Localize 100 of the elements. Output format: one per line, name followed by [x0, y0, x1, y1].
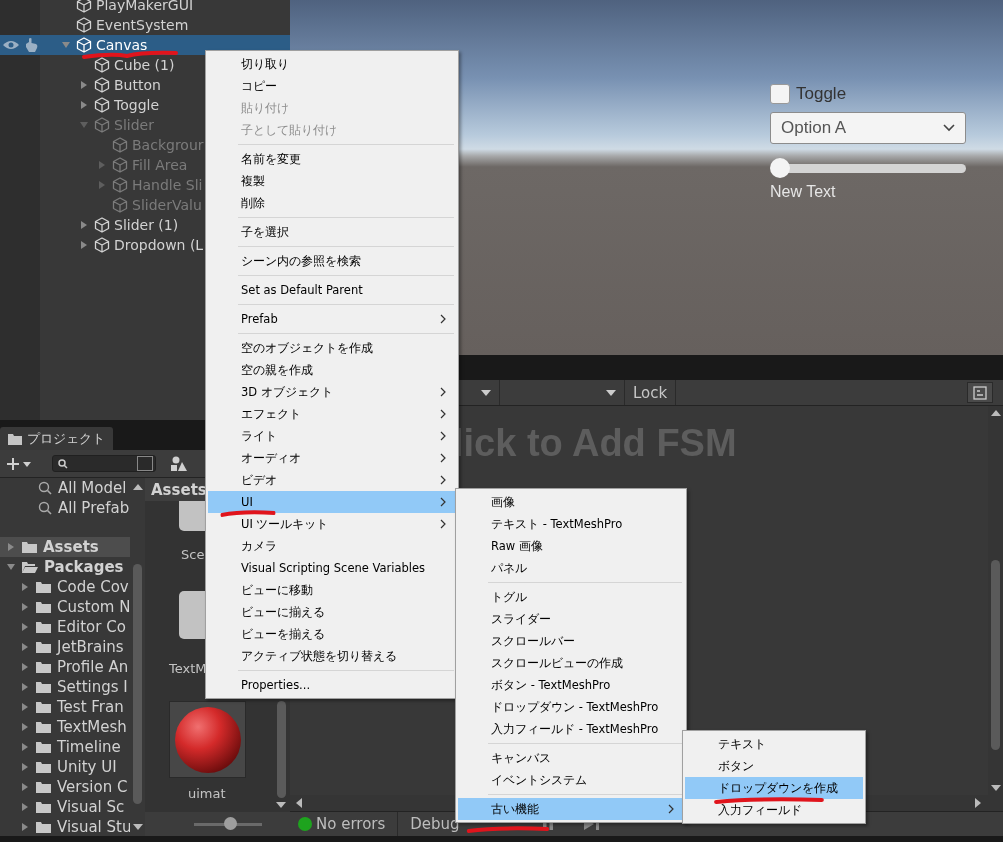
menu-item[interactable]: オーディオ	[208, 447, 456, 469]
zoom-slider[interactable]	[193, 817, 262, 831]
menu-item[interactable]: 空の親を作成	[208, 359, 456, 381]
project-tree-item[interactable]: Editor Co	[0, 617, 130, 637]
menu-item[interactable]: トグル	[458, 586, 684, 608]
collapsed-arrow-icon[interactable]	[20, 762, 30, 772]
project-tree-item[interactable]: Custom N	[0, 597, 130, 617]
project-tree-item[interactable]: Version C	[0, 777, 130, 797]
scroll-down-icon[interactable]	[990, 785, 1001, 791]
project-tree-item[interactable]: Code Cov	[0, 577, 130, 597]
menu-item[interactable]: ビデオ	[208, 469, 456, 491]
project-tree-item[interactable]: TextMesh	[0, 717, 130, 737]
collapsed-arrow-icon[interactable]	[20, 662, 30, 672]
menu-item[interactable]: ボタン - TextMeshPro	[458, 674, 684, 696]
lock-button[interactable]: Lock	[625, 380, 677, 405]
add-button[interactable]	[6, 456, 32, 471]
menu-item[interactable]: 入力フィールド	[685, 799, 863, 821]
hierarchy-item[interactable]: PlayMakerGUI	[0, 0, 290, 15]
project-tab[interactable]: プロジェクト	[0, 427, 113, 450]
collapsed-arrow-icon[interactable]	[6, 542, 16, 552]
scrollbar-thumb[interactable]	[276, 701, 286, 798]
menu-item[interactable]: パネル	[458, 557, 684, 579]
project-tree-item[interactable]: Settings I	[0, 677, 130, 697]
scroll-left-icon[interactable]	[296, 798, 302, 808]
expanded-arrow-icon[interactable]	[6, 562, 16, 572]
eye-icon[interactable]	[2, 39, 20, 51]
menu-item[interactable]: ビューに移動	[208, 579, 456, 601]
menu-item[interactable]: Raw 画像	[458, 535, 684, 557]
collapsed-arrow-icon[interactable]	[20, 602, 30, 612]
menu-item[interactable]: Visual Scripting Scene Variables	[208, 557, 456, 579]
menu-item[interactable]: アクティブ状態を切り替える	[208, 645, 456, 667]
dropdown[interactable]: Option A	[770, 112, 966, 144]
project-tree-item[interactable]: Timeline	[0, 737, 130, 757]
shapes-icon[interactable]	[170, 455, 188, 472]
collapsed-arrow-icon[interactable]	[20, 822, 30, 832]
menu-item[interactable]: 名前を変更	[208, 148, 456, 170]
scroll-up-icon[interactable]	[990, 410, 1001, 416]
checkbox[interactable]	[770, 84, 790, 104]
scroll-up-icon[interactable]	[132, 484, 143, 490]
menu-item[interactable]: ビューに揃える	[208, 601, 456, 623]
menu-item[interactable]: Prefab	[208, 308, 456, 330]
menu-item[interactable]: 切り取り	[208, 53, 456, 75]
menu-item[interactable]: UI	[208, 491, 456, 513]
menu-item[interactable]: 画像	[458, 491, 684, 513]
menu-item[interactable]: 古い機能	[458, 798, 684, 820]
menu-item[interactable]: Set as Default Parent	[208, 279, 456, 301]
menu-item[interactable]: ドロップダウン - TextMeshPro	[458, 696, 684, 718]
menu-item[interactable]: ボタン	[685, 755, 863, 777]
scroll-right-icon[interactable]	[975, 798, 981, 808]
menu-item[interactable]: カメラ	[208, 535, 456, 557]
project-tree-item[interactable]: All Prefab	[0, 498, 130, 518]
collapsed-arrow-icon[interactable]	[79, 220, 89, 230]
slider-handle[interactable]	[223, 817, 237, 830]
scroll-down-icon[interactable]	[132, 824, 143, 830]
collapsed-arrow-icon[interactable]	[20, 742, 30, 752]
menu-item[interactable]: エフェクト	[208, 403, 456, 425]
collapsed-arrow-icon[interactable]	[20, 682, 30, 692]
collapsed-arrow-icon[interactable]	[79, 80, 89, 90]
menu-item[interactable]: スライダー	[458, 608, 684, 630]
scrollbar-thumb[interactable]	[133, 564, 142, 804]
collapsed-arrow-icon[interactable]	[20, 702, 30, 712]
menu-item[interactable]: 3D オブジェクト	[208, 381, 456, 403]
menu-item[interactable]: 複製	[208, 170, 456, 192]
menu-item[interactable]: スクロールビューの作成	[458, 652, 684, 674]
menu-item[interactable]: スクロールバー	[458, 630, 684, 652]
scrollbar-thumb[interactable]	[991, 560, 1000, 750]
expanded-arrow-icon[interactable]	[61, 40, 71, 50]
collapsed-arrow-icon[interactable]	[79, 100, 89, 110]
slider[interactable]	[770, 158, 966, 178]
menu-item[interactable]: イベントシステム	[458, 769, 684, 791]
collapsed-arrow-icon[interactable]	[20, 642, 30, 652]
material-thumbnail[interactable]	[169, 701, 246, 778]
slider-handle[interactable]	[770, 158, 790, 178]
menu-item[interactable]: 削除	[208, 192, 456, 214]
panel-button[interactable]	[967, 382, 993, 403]
menu-item[interactable]: テキスト - TextMeshPro	[458, 513, 684, 535]
menu-item[interactable]: UI ツールキット	[208, 513, 456, 535]
hierarchy-item[interactable]: EventSystem	[0, 15, 290, 35]
search-field[interactable]	[52, 455, 156, 472]
expand-icon[interactable]	[137, 456, 153, 471]
menu-item[interactable]: ライト	[208, 425, 456, 447]
project-tree-item[interactable]: Profile An	[0, 657, 130, 677]
project-tree-item[interactable]: Assets	[0, 537, 130, 557]
menu-item[interactable]: 空のオブジェクトを作成	[208, 337, 456, 359]
menu-item[interactable]: Properties...	[208, 674, 456, 696]
project-tree-item[interactable]: Visual Sc	[0, 797, 130, 817]
project-tree-item[interactable]: JetBrains	[0, 637, 130, 657]
menu-item[interactable]: 入力フィールド - TextMeshPro	[458, 718, 684, 740]
menu-item[interactable]: キャンバス	[458, 747, 684, 769]
project-tree-item[interactable]: All Model	[0, 478, 130, 498]
menu-item[interactable]: シーン内の参照を検索	[208, 250, 456, 272]
scroll-down-icon[interactable]	[276, 802, 286, 808]
debug-dropdown[interactable]: Debug	[410, 815, 460, 833]
collapsed-arrow-icon[interactable]	[20, 722, 30, 732]
menu-item[interactable]: ドロップダウンを作成	[685, 777, 863, 799]
collapsed-arrow-icon[interactable]	[20, 622, 30, 632]
collapsed-arrow-icon[interactable]	[20, 582, 30, 592]
collapsed-arrow-icon[interactable]	[20, 782, 30, 792]
menu-item[interactable]: テキスト	[685, 733, 863, 755]
project-tree-item[interactable]: Packages	[0, 557, 130, 577]
